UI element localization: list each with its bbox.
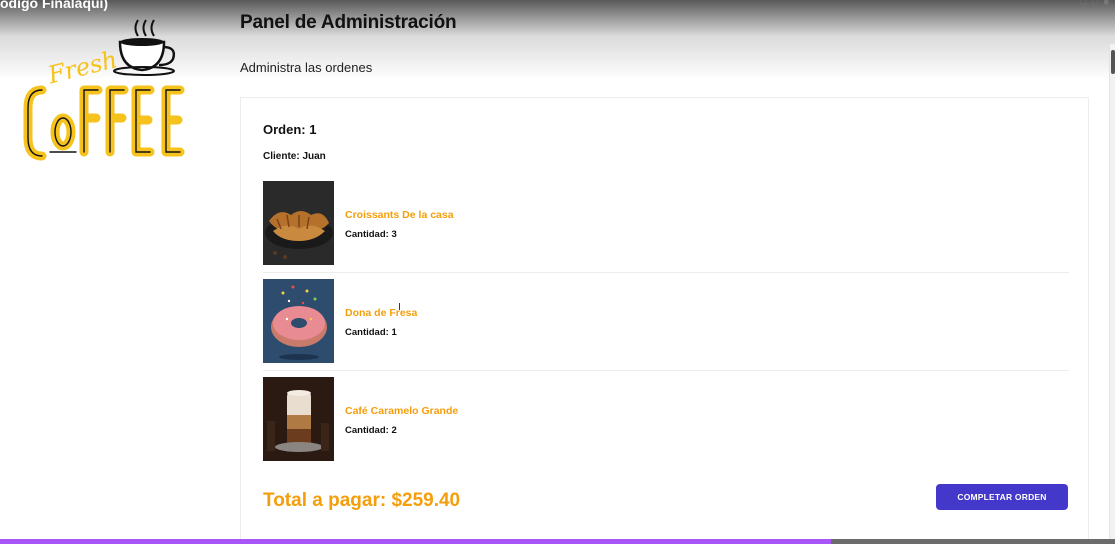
product-name: Dona de Fresa <box>345 307 418 319</box>
order-total: Total a pagar: $259.40 <box>263 490 461 511</box>
croissant-photo <box>263 181 334 265</box>
window-icon: □ <box>1080 0 1087 7</box>
product-quantity: Cantidad: 2 <box>345 425 397 436</box>
video-progress-bar[interactable] <box>0 539 1115 544</box>
product-name: Croissants De la casa <box>345 209 454 221</box>
window-controls: □ □ ■ <box>1081 0 1109 7</box>
order-card: Orden: 1 Cliente: Juan Croissants De la … <box>240 97 1089 544</box>
list-item: Dona de Fresa Cantidad: 1 <box>263 273 1069 371</box>
donut-photo <box>263 279 334 363</box>
product-name: Café Caramelo Grande <box>345 405 459 417</box>
scrollbar[interactable] <box>1109 44 1115 544</box>
list-item: Croissants De la casa Cantidad: 3 <box>263 175 1069 273</box>
product-quantity: Cantidad: 3 <box>345 229 397 240</box>
order-client: Cliente: Juan <box>263 151 326 162</box>
product-quantity: Cantidad: 1 <box>345 327 397 338</box>
video-caption: odigo Finalaqui) <box>0 0 109 11</box>
page-subtitle: Administra las ordenes <box>240 60 373 75</box>
latte-photo <box>263 377 334 461</box>
coffee-cup-icon: Fresh <box>23 19 185 161</box>
scrollbar-thumb[interactable] <box>1111 50 1115 74</box>
video-progress-fill <box>0 539 831 544</box>
window-icon: □ <box>1092 0 1098 7</box>
list-item: Café Caramelo Grande Cantidad: 2 <box>263 371 1069 469</box>
window-icon: ■ <box>1103 0 1109 7</box>
complete-order-button[interactable]: COMPLETAR ORDEN <box>936 484 1068 510</box>
fresh-coffee-logo: Fresh <box>20 14 192 164</box>
text-cursor-icon: I <box>398 302 401 313</box>
page-title: Panel de Administración <box>240 12 457 33</box>
svg-text:Fresh: Fresh <box>44 45 120 89</box>
order-id: Orden: 1 <box>263 122 317 137</box>
